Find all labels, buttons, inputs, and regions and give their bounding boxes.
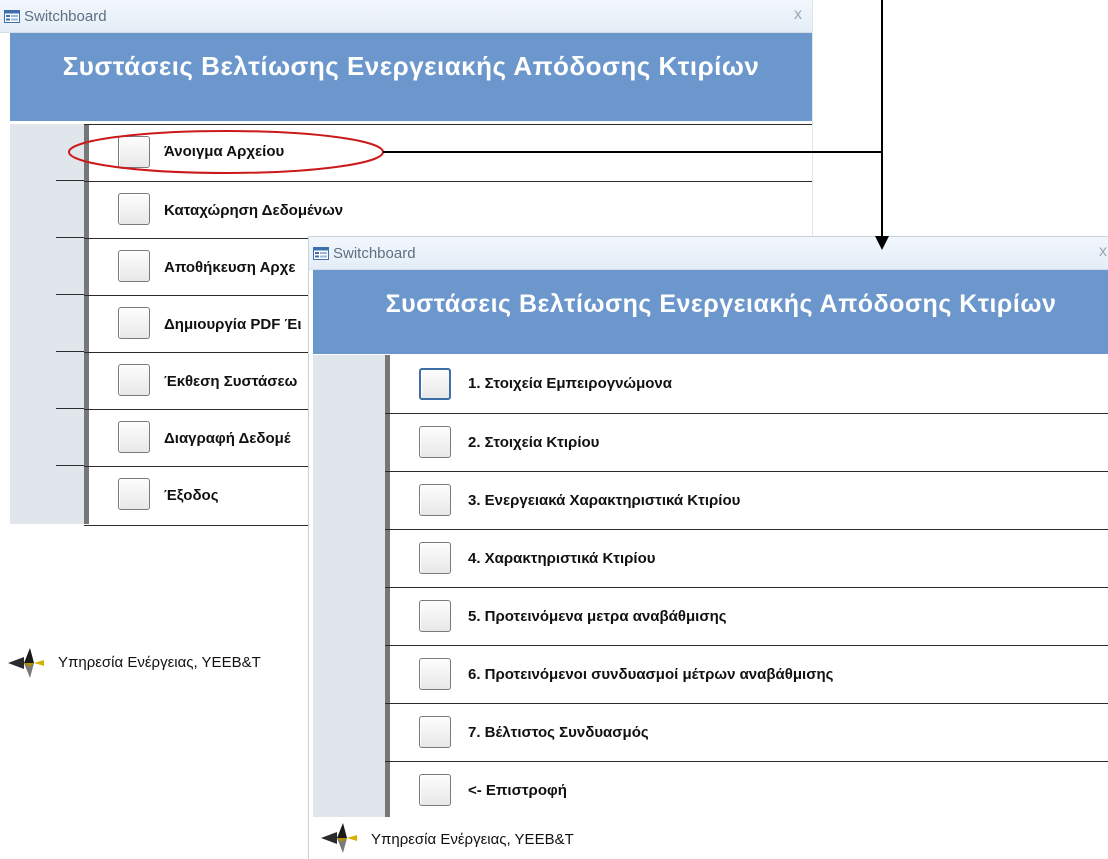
row-divider <box>56 294 84 295</box>
window-title: Switchboard <box>333 245 416 262</box>
menu-item-label: Άνοιγμα Αρχείου <box>164 143 285 160</box>
row-divider <box>56 180 84 181</box>
menu-button[interactable] <box>419 716 451 748</box>
menu-item-label: Καταχώρηση Δεδομένων <box>164 202 344 219</box>
menu-item-label: 2. Στοιχεία Κτιρίου <box>468 434 600 451</box>
left-strip <box>313 355 385 817</box>
menu-button[interactable] <box>118 478 150 510</box>
form-icon <box>313 247 329 260</box>
menu-button[interactable] <box>419 774 451 806</box>
menu-button[interactable] <box>419 658 451 690</box>
switchboard-window-submenu: Switchboard x Συστάσεις Βελτίωσης Ενεργε… <box>308 236 1108 859</box>
energy-service-logo-icon <box>8 648 44 678</box>
close-button[interactable]: x <box>794 6 802 24</box>
menu-item-label: <- Επιστροφή <box>468 782 567 799</box>
menu-item-data-entry[interactable]: Καταχώρηση Δεδομένων <box>84 181 812 240</box>
close-button[interactable]: x <box>1099 243 1107 261</box>
menu-button[interactable] <box>118 421 150 453</box>
menu-button[interactable] <box>419 600 451 632</box>
window-title: Switchboard <box>24 8 107 25</box>
menu-item-open-file[interactable]: Άνοιγμα Αρχείου <box>84 124 812 183</box>
menu-item-best-combination[interactable]: 7. Βέλτιστος Συνδυασμός <box>385 703 1108 762</box>
switchboard-header: Συστάσεις Βελτίωσης Ενεργειακής Απόδοσης… <box>313 270 1108 354</box>
footer: Υπηρεσία Ενέργειας, ΥΕΕΒ&Τ <box>309 815 1108 859</box>
menu-button[interactable] <box>419 368 451 400</box>
menu-item-label: 3. Ενεργειακά Χαρακτηριστικά Κτιρίου <box>468 492 741 509</box>
switchboard-header: Συστάσεις Βελτίωσης Ενεργειακής Απόδοσης… <box>10 33 812 121</box>
menu-item-label: Διαγραφή Δεδομέ <box>164 430 291 447</box>
menu-item-label: 4. Χαρακτηριστικά Κτιρίου <box>468 550 656 567</box>
menu-item-label: Έξοδος <box>164 487 219 504</box>
menu-button[interactable] <box>419 542 451 574</box>
title-bar: Switchboard x <box>309 237 1108 270</box>
title-bar: Switchboard x <box>0 0 812 33</box>
menu-item-building-info[interactable]: 2. Στοιχεία Κτιρίου <box>385 413 1108 472</box>
menu-item-proposed-combinations[interactable]: 6. Προτεινόμενοι συνδυασμοί μέτρων αναβά… <box>385 645 1108 704</box>
menu-item-label: 7. Βέλτιστος Συνδυασμός <box>468 724 649 741</box>
menu-item-label: 1. Στοιχεία Εμπειρογνώμονα <box>468 375 672 392</box>
menu-button[interactable] <box>419 484 451 516</box>
menu-item-label: 5. Προτεινόμενα μετρα αναβάθμισης <box>468 608 727 625</box>
menu-button[interactable] <box>118 364 150 396</box>
row-divider <box>56 408 84 409</box>
row-divider <box>56 465 84 466</box>
energy-service-logo-icon <box>321 823 357 853</box>
left-strip <box>10 124 84 524</box>
menu-item-label: 6. Προτεινόμενοι συνδυασμοί μέτρων αναβά… <box>468 666 834 683</box>
menu-item-expert-info[interactable]: 1. Στοιχεία Εμπειρογνώμονα <box>385 355 1108 413</box>
menu-item-energy-characteristics[interactable]: 3. Ενεργειακά Χαρακτηριστικά Κτιρίου <box>385 471 1108 530</box>
menu-button[interactable] <box>118 193 150 225</box>
menu-item-proposed-measures[interactable]: 5. Προτεινόμενα μετρα αναβάθμισης <box>385 587 1108 646</box>
header-title: Συστάσεις Βελτίωσης Ενεργειακής Απόδοσης… <box>385 290 1057 318</box>
menu-button[interactable] <box>118 307 150 339</box>
row-divider <box>56 351 84 352</box>
row-divider <box>56 237 84 238</box>
menu-item-back[interactable]: <- Επιστροφή <box>385 761 1108 818</box>
menu-item-label: Έκθεση Συστάσεω <box>164 373 298 390</box>
menu-item-label: Αποθήκευση Αρχε <box>164 259 296 276</box>
menu-button[interactable] <box>419 426 451 458</box>
footer-text: Υπηρεσία Ενέργειας, ΥΕΕΒ&Τ <box>371 831 574 848</box>
footer-text: Υπηρεσία Ενέργειας, ΥΕΕΒ&Τ <box>58 654 261 671</box>
menu-button[interactable] <box>118 250 150 282</box>
menu-item-building-characteristics[interactable]: 4. Χαρακτηριστικά Κτιρίου <box>385 529 1108 588</box>
menu-button[interactable] <box>118 136 150 168</box>
form-icon <box>4 10 20 23</box>
header-title: Συστάσεις Βελτίωσης Ενεργειακής Απόδοσης… <box>62 51 760 81</box>
menu-item-label: Δημιουργία PDF Έι <box>164 316 302 333</box>
